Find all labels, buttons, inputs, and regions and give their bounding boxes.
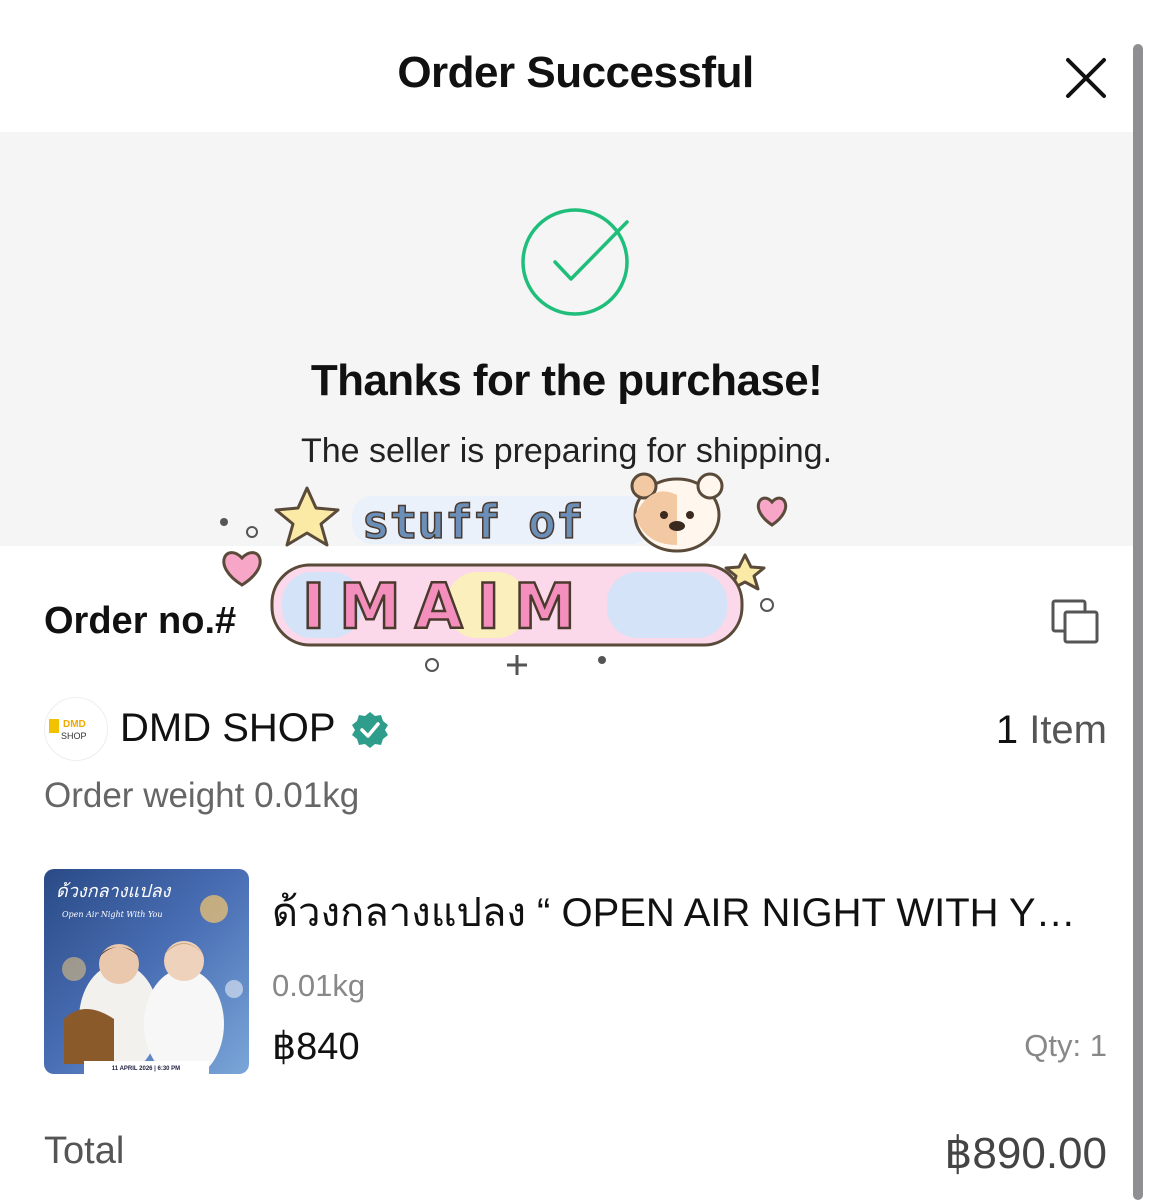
shipping-status-text: The seller is preparing for shipping. [300,432,833,470]
shop-logo[interactable]: DMD SHOP [44,697,108,761]
header: Order Successful [0,0,1151,132]
shop-name[interactable]: DMD SHOP [120,706,336,751]
close-icon[interactable] [1062,54,1110,102]
order-success-page: Order Successful Thanks for the purchase… [0,0,1151,1200]
thumb-subtitle: Open Air Night With You [62,910,163,919]
shop-logo-text-top: DMD [63,719,86,730]
product-title[interactable]: ด้วงกลางแปลง “ OPEN AIR NIGHT WITH YOU [272,880,1092,944]
total-value: ฿890.00 [944,1129,1107,1178]
item-count-number: 1 [995,708,1019,752]
scrollbar[interactable] [1133,44,1143,1200]
product-weight: 0.01kg [272,968,366,1003]
check-circle-icon [519,204,633,318]
watermark-line2: IMAIM [302,570,590,643]
item-count-label: Item [1029,708,1107,752]
order-weight: Order weight 0.01kg [44,776,360,815]
thumb-title: ด้วงกลางแปลง [56,881,171,902]
product-price: ฿840 [272,1026,360,1068]
shop-logo-text-bottom: SHOP [61,731,87,741]
product-quantity: Qty: 1 [1024,1028,1107,1063]
page-title: Order Successful [397,48,754,97]
product-image[interactable]: ด้วงกลางแปลง Open Air Night With You 11 … [44,869,249,1074]
thanks-heading: Thanks for the purchase! [310,356,823,405]
verified-badge-icon [350,710,390,750]
total-label: Total [44,1130,125,1172]
item-count: 1 Item [996,708,1107,753]
order-number: Order no.# [44,600,237,642]
thumb-date: 11 APRIL 2026 | 6:30 PM [112,1066,180,1072]
success-panel: Thanks for the purchase! The seller is p… [0,132,1133,546]
copy-icon[interactable] [1050,598,1102,646]
